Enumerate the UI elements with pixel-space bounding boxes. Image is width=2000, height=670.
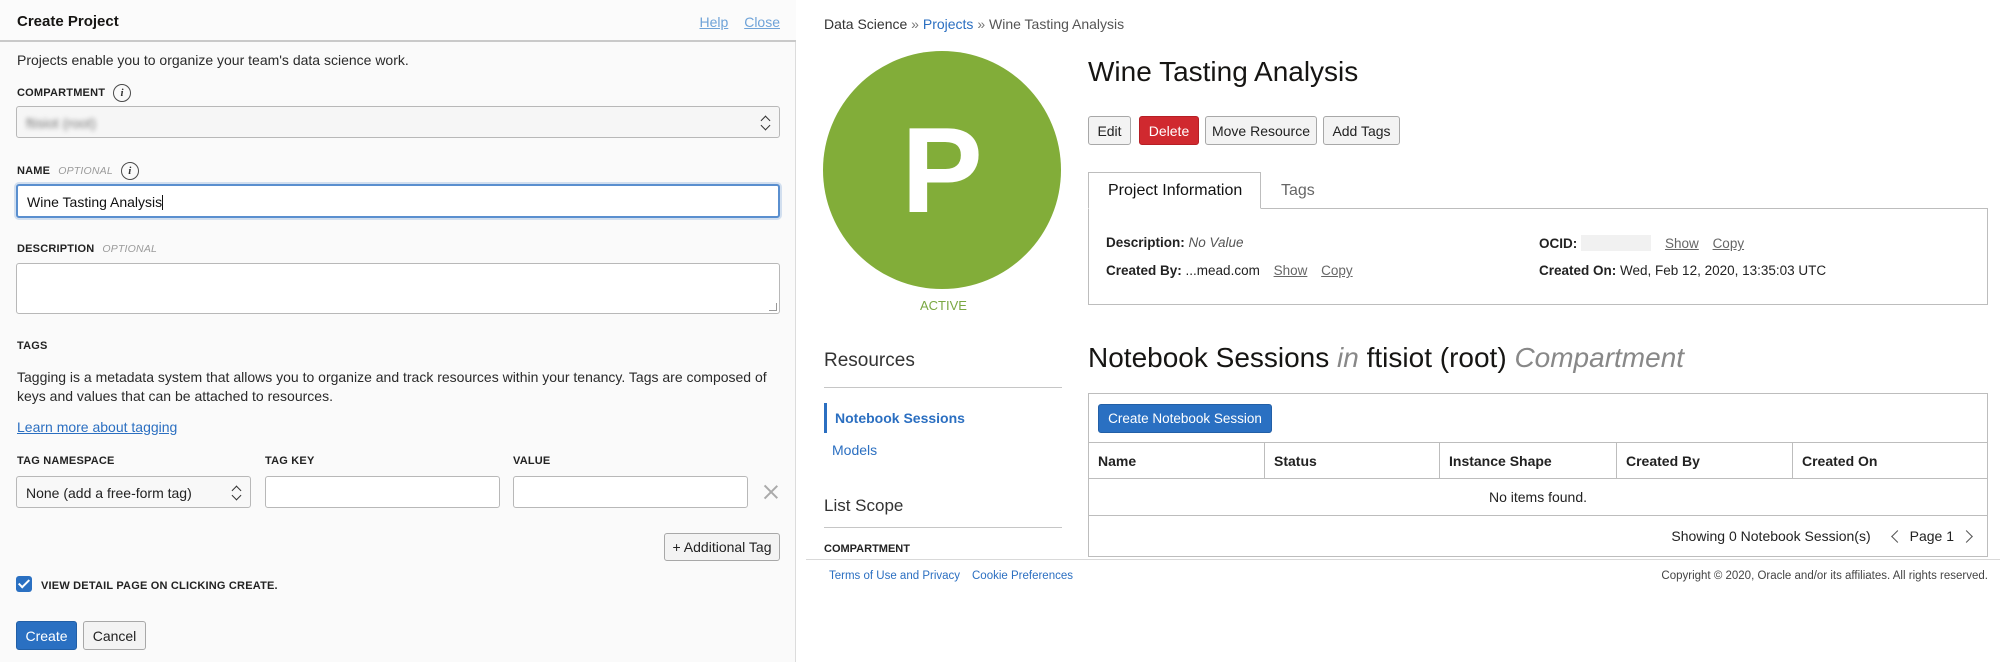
help-link[interactable]: Help [700, 14, 729, 30]
tag-key-label: TAG KEY [265, 455, 315, 467]
show-created-by-link[interactable]: Show [1274, 263, 1308, 278]
tag-namespace-select[interactable]: None (add a free-form tag) [16, 476, 251, 508]
compartment-label: COMPARTMENT i [17, 84, 132, 102]
pagination: Showing 0 Notebook Session(s) Page 1 [1671, 528, 1979, 544]
view-detail-checkbox[interactable] [16, 576, 32, 592]
column-header-name[interactable]: Name [1089, 443, 1265, 479]
footer-divider [806, 559, 2000, 560]
chevron-left-icon[interactable] [1890, 529, 1904, 543]
notebook-sessions-table: Create Notebook Session Name Status Inst… [1088, 393, 1988, 557]
dialog-intro: Projects enable you to organize your tea… [17, 52, 409, 68]
create-button[interactable]: Create [16, 621, 77, 650]
created-on-field: Created On: Wed, Feb 12, 2020, 13:35:03 … [1539, 263, 1827, 278]
move-resource-button[interactable]: Move Resource [1205, 116, 1317, 145]
text-cursor [162, 195, 164, 210]
created-by-field: Created By: ...mead.com Show Copy [1106, 263, 1353, 278]
sidebar-item-notebook-sessions[interactable]: Notebook Sessions [824, 403, 1062, 433]
resources-divider [824, 387, 1062, 388]
column-header-created-on[interactable]: Created On [1793, 443, 1987, 479]
resize-handle-icon[interactable] [769, 303, 777, 311]
compartment-select[interactable]: ftisiot (root) [16, 106, 780, 138]
select-caret-icon [760, 113, 770, 133]
remove-tag-icon[interactable] [764, 485, 778, 499]
list-scope-title: List Scope [824, 496, 904, 515]
description-label: DESCRIPTION OPTIONAL [17, 243, 158, 255]
notebook-sessions-heading: Notebook Sessions in ftisiot (root) Comp… [1088, 342, 1685, 373]
ocid-masked-value [1581, 235, 1652, 251]
close-link[interactable]: Close [744, 14, 780, 30]
sidebar-item-models[interactable]: Models [824, 435, 1062, 465]
column-header-created-by[interactable]: Created By [1617, 443, 1793, 479]
select-caret-icon [231, 483, 241, 503]
table-header: Name Status Instance Shape Created By Cr… [1089, 442, 1987, 479]
additional-tag-button[interactable]: + Additional Tag [664, 533, 780, 561]
dialog-title: Create Project [17, 13, 119, 30]
project-avatar: P [823, 51, 1061, 289]
terms-link[interactable]: Terms of Use and Privacy [829, 570, 960, 582]
copyright-text: Copyright © 2020, Oracle and/or its affi… [1661, 570, 1988, 582]
description-field: Description: No Value [1106, 235, 1244, 250]
add-tags-button[interactable]: Add Tags [1323, 116, 1400, 145]
scope-divider [824, 527, 1062, 528]
tags-description: Tagging is a metadata system that allows… [17, 369, 767, 404]
column-header-instance-shape[interactable]: Instance Shape [1440, 443, 1617, 479]
page-number: Page 1 [1909, 528, 1954, 544]
tab-tags[interactable]: Tags [1281, 172, 1315, 209]
create-project-dialog: Create Project Help Close Projects enabl… [0, 0, 796, 662]
breadcrumb-root[interactable]: Data Science [824, 16, 907, 32]
tag-value-input[interactable] [513, 476, 748, 508]
breadcrumb-current: Wine Tasting Analysis [989, 16, 1125, 32]
copy-ocid-link[interactable]: Copy [1713, 236, 1745, 251]
copy-created-by-link[interactable]: Copy [1321, 263, 1353, 278]
learn-more-tagging-link[interactable]: Learn more about tagging [17, 419, 177, 435]
breadcrumb: Data Science » Projects » Wine Tasting A… [824, 16, 1125, 32]
scope-compartment-label: COMPARTMENT [824, 543, 910, 555]
resources-title: Resources [824, 350, 915, 371]
empty-table-message: No items found. [1089, 479, 1987, 516]
edit-button[interactable]: Edit [1088, 116, 1131, 145]
column-header-status[interactable]: Status [1265, 443, 1440, 479]
tag-key-input[interactable] [265, 476, 500, 508]
dialog-header: Create Project Help Close [0, 0, 796, 42]
create-notebook-session-button[interactable]: Create Notebook Session [1098, 404, 1272, 433]
tags-heading: TAGS [17, 340, 48, 352]
info-icon[interactable]: i [120, 162, 139, 180]
project-info-panel: Description: No Value Created By: ...mea… [1088, 208, 1988, 305]
ocid-field: OCID: Show Copy [1539, 235, 1745, 251]
tab-project-information[interactable]: Project Information [1088, 172, 1261, 209]
page-title: Wine Tasting Analysis [1088, 56, 1359, 87]
view-detail-label: VIEW DETAIL PAGE ON CLICKING CREATE. [41, 580, 278, 592]
show-ocid-link[interactable]: Show [1665, 236, 1699, 251]
status-label: ACTIVE [920, 298, 967, 313]
breadcrumb-projects[interactable]: Projects [923, 16, 974, 32]
tag-value-label: VALUE [513, 455, 551, 467]
cancel-button[interactable]: Cancel [83, 621, 146, 650]
description-textarea[interactable] [16, 263, 780, 314]
cookie-preferences-link[interactable]: Cookie Preferences [972, 570, 1073, 582]
chevron-right-icon[interactable] [1960, 529, 1973, 543]
name-label: NAME OPTIONAL i [17, 162, 139, 180]
info-icon[interactable]: i [113, 84, 132, 102]
delete-button[interactable]: Delete [1139, 116, 1199, 145]
name-input[interactable]: Wine Tasting Analysis [16, 184, 780, 218]
results-count: Showing 0 Notebook Session(s) [1671, 528, 1871, 544]
tag-namespace-label: TAG NAMESPACE [17, 455, 115, 467]
